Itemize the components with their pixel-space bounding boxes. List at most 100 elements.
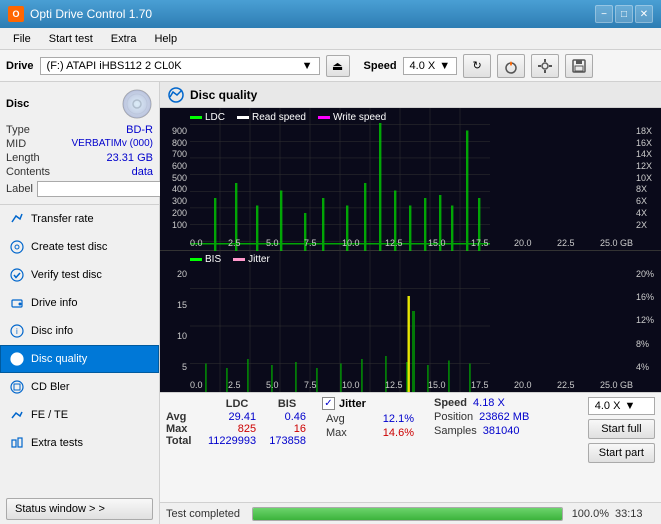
y-bottom-15: 15 (177, 300, 187, 310)
save-button[interactable] (565, 54, 593, 78)
col-header-bis: BIS (268, 397, 306, 411)
x-bot-10: 10.0 (342, 380, 360, 390)
max-bis: 16 (268, 423, 306, 435)
charts-container: LDC Read speed Write speed 900 800 700 (160, 108, 661, 392)
y-right-14x: 14X (636, 149, 652, 159)
start-full-button[interactable]: Start full (588, 419, 655, 439)
disc-graphic (121, 88, 153, 120)
y-label-100: 100 (172, 220, 187, 230)
sidebar-label-disc-quality: Disc quality (31, 353, 87, 365)
jitter-checkbox[interactable]: ✓ (322, 397, 335, 410)
x-bot-20: 20.0 (514, 380, 532, 390)
refresh-button[interactable]: ↻ (463, 54, 491, 78)
avg-label: Avg (166, 411, 206, 423)
chart-bottom-y-left: 20 15 10 5 (160, 269, 190, 373)
disc-header: Disc (6, 88, 153, 120)
y-label-900: 900 (172, 126, 187, 136)
disc-quality-header: Disc quality (160, 82, 661, 108)
x-bot-12.5: 12.5 (385, 380, 403, 390)
main-area: Disc Type BD-R MID VERBATIMv (000) Lengt… (0, 82, 661, 524)
sidebar-label-create-test-disc: Create test disc (31, 241, 107, 253)
label-input[interactable] (37, 181, 175, 197)
speed-arrow: ▼ (439, 60, 450, 72)
position-row: Position 23862 MB (434, 411, 529, 423)
speed-select[interactable]: 4.0 X ▼ (403, 57, 458, 75)
minimize-button[interactable]: − (595, 5, 613, 23)
disc-label-row: Label 🔍 (6, 180, 153, 198)
drive-info-icon (9, 295, 25, 311)
menu-start-test[interactable]: Start test (40, 30, 102, 48)
x-top-12.5: 12.5 (385, 238, 403, 248)
speed-section: Speed 4.18 X Position 23862 MB Samples 3… (422, 397, 529, 437)
jitter-section: ✓ Jitter Avg 12.1% Max 14.6% (314, 397, 414, 439)
sidebar-item-create-test-disc[interactable]: Create test disc (0, 233, 159, 261)
sidebar-label-disc-info: Disc info (31, 325, 73, 337)
transfer-rate-icon (9, 211, 25, 227)
x-top-5: 5.0 (266, 238, 279, 248)
y-label-200: 200 (172, 208, 187, 218)
drive-select[interactable]: (F:) ATAPI iHBS112 2 CL0K ▼ (40, 57, 320, 75)
speed-dropdown[interactable]: 4.0 X ▼ (588, 397, 655, 415)
sidebar-nav: Transfer rate Create test disc Verify te… (0, 205, 159, 494)
jitter-max-label: Max (326, 427, 347, 439)
mid-value: VERBATIMv (000) (72, 138, 154, 150)
speed-dropdown-value: 4.0 X (595, 400, 621, 412)
start-part-button[interactable]: Start part (588, 443, 655, 463)
chart-bottom-x-axis: 0.0 2.5 5.0 7.5 10.0 12.5 15.0 17.5 20.0… (190, 380, 633, 390)
stats-row1: LDC BIS Avg 29.41 0.46 Max 825 (166, 397, 655, 463)
bis-color (190, 258, 202, 261)
status-text: Test completed (166, 508, 246, 520)
legend-read-speed-label: Read speed (252, 112, 306, 123)
y-label-400: 400 (172, 184, 187, 194)
y-right-20pct: 20% (636, 269, 654, 279)
sidebar: Disc Type BD-R MID VERBATIMv (000) Lengt… (0, 82, 160, 524)
progress-area: Test completed 100.0% 33:13 (160, 502, 661, 524)
length-value: 23.31 GB (107, 152, 153, 164)
close-button[interactable]: ✕ (635, 5, 653, 23)
sidebar-item-disc-info[interactable]: i Disc info (0, 317, 159, 345)
contents-value: data (132, 166, 153, 178)
sidebar-item-disc-quality[interactable]: Disc quality (0, 345, 159, 373)
settings-button[interactable] (531, 54, 559, 78)
jitter-label: Jitter (339, 398, 366, 410)
legend-bis-label: BIS (205, 254, 221, 265)
avg-bis: 0.46 (268, 411, 306, 423)
legend-write-speed-label: Write speed (333, 112, 386, 123)
stats-total-row: Total 11229993 173858 (166, 435, 306, 447)
menu-file[interactable]: File (4, 30, 40, 48)
burn-button[interactable] (497, 54, 525, 78)
sidebar-item-drive-info[interactable]: Drive info (0, 289, 159, 317)
total-label: Total (166, 435, 206, 447)
jitter-color (233, 258, 245, 261)
x-bot-17.5: 17.5 (471, 380, 489, 390)
sidebar-item-cd-bler[interactable]: CD Bler (0, 373, 159, 401)
sidebar-item-verify-test-disc[interactable]: Verify test disc (0, 261, 159, 289)
y-right-8x: 8X (636, 184, 647, 194)
x-top-2.5: 2.5 (228, 238, 241, 248)
status-window-button[interactable]: Status window > > (6, 498, 153, 520)
sidebar-label-extra-tests: Extra tests (31, 437, 83, 449)
eject-button[interactable]: ⏏ (326, 55, 350, 77)
total-bis: 173858 (268, 435, 306, 447)
legend-ldc-label: LDC (205, 112, 225, 123)
disc-title: Disc (6, 98, 29, 110)
speed-key: Speed (434, 397, 467, 409)
chart-top-x-axis: 0.0 2.5 5.0 7.5 10.0 12.5 15.0 17.5 20.0… (190, 238, 633, 248)
sidebar-label-verify-test-disc: Verify test disc (31, 269, 102, 281)
jitter-max-value: 14.6% (383, 427, 414, 439)
legend-write-speed: Write speed (318, 112, 386, 123)
sidebar-item-fe-te[interactable]: FE / TE (0, 401, 159, 429)
x-top-15: 15.0 (428, 238, 446, 248)
extra-tests-icon (9, 435, 25, 451)
sidebar-item-extra-tests[interactable]: Extra tests (0, 429, 159, 457)
menu-help[interactable]: Help (145, 30, 186, 48)
sidebar-item-transfer-rate[interactable]: Transfer rate (0, 205, 159, 233)
x-bot-15: 15.0 (428, 380, 446, 390)
y-right-18x: 18X (636, 126, 652, 136)
x-bot-22.5: 22.5 (557, 380, 575, 390)
jitter-avg-row: Avg 12.1% (326, 413, 414, 425)
menu-extra[interactable]: Extra (102, 30, 146, 48)
legend-jitter: Jitter (233, 254, 270, 265)
maximize-button[interactable]: □ (615, 5, 633, 23)
disc-quality-header-icon (168, 87, 184, 103)
